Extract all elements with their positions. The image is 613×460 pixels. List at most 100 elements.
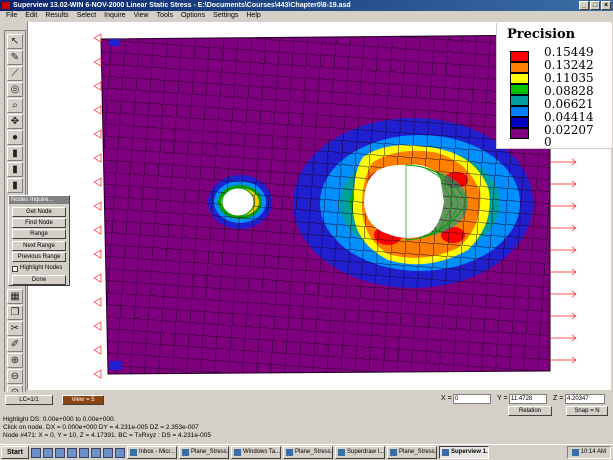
quicklaunch-icon[interactable] <box>91 447 101 458</box>
quicklaunch-icon[interactable] <box>79 447 89 458</box>
legend-label: 0.13242 <box>544 58 594 72</box>
rotate-icon[interactable]: ◎ <box>7 82 23 97</box>
load-case-button[interactable]: LC=1/1 <box>5 395 53 405</box>
start-button[interactable]: Start <box>1 446 29 459</box>
menu-results[interactable]: Results <box>41 11 72 21</box>
nodes-inquire-panel: Nodes Inquire... Get Node Find Node Rang… <box>8 195 70 286</box>
menu-help[interactable]: Help <box>242 11 264 21</box>
tray-icon[interactable] <box>571 449 579 456</box>
menu-inquire[interactable]: Inquire <box>100 11 129 21</box>
zoom-out-icon[interactable]: ⊖ <box>7 369 23 384</box>
system-tray: 10:14 AM <box>566 446 611 459</box>
status-line-3: Node #471: X = 0, Y = 10, Z = 4.17391. B… <box>3 432 211 439</box>
clock: 10:14 AM <box>580 449 606 455</box>
relation-button[interactable]: Relation <box>508 406 552 416</box>
task-superview[interactable]: Superview 1... <box>439 446 489 459</box>
zoom-icon[interactable]: ⌕ <box>7 98 23 113</box>
legend-swatch <box>510 84 529 95</box>
quicklaunch-icon[interactable] <box>115 447 125 458</box>
zoom-in-icon[interactable]: ⊕ <box>7 353 23 368</box>
status-area: LC=1/1 View = 5 X = 0 Y = 11.4728 Z = 4.… <box>0 392 613 444</box>
menu-edit[interactable]: Edit <box>21 11 41 21</box>
window-icon <box>234 449 241 456</box>
quicklaunch-icon[interactable] <box>103 447 113 458</box>
minimize-button[interactable]: _ <box>579 1 589 10</box>
menu-file[interactable]: File <box>2 11 21 21</box>
x-coordinate-field[interactable]: 0 <box>453 394 491 404</box>
task-label: Superdraw I... <box>347 449 385 455</box>
close-button[interactable]: × <box>601 1 611 10</box>
quicklaunch-icon[interactable] <box>67 447 77 458</box>
menu-view[interactable]: View <box>130 11 153 21</box>
done-button[interactable]: Done <box>12 275 66 285</box>
find-node-button[interactable]: Find Node <box>12 218 66 228</box>
task-label: Inbox - Micr... <box>139 449 176 455</box>
task-label: Plane_Stress... <box>295 449 333 455</box>
legend-swatch <box>510 106 529 117</box>
task-plane-stress-1[interactable]: Plane_Stress... <box>179 446 229 459</box>
snap-button[interactable]: Snap = N <box>566 406 608 416</box>
right-edge-load-arrows <box>550 158 577 364</box>
view-button[interactable]: View = 5 <box>62 395 104 405</box>
level-icon-2[interactable]: ▮ <box>7 162 23 177</box>
menu-tools[interactable]: Tools <box>153 11 177 21</box>
legend-swatch <box>510 128 529 139</box>
copy-icon[interactable]: ❐ <box>7 305 23 320</box>
task-windows[interactable]: Windows Ta... <box>231 446 281 459</box>
app-icon <box>2 2 10 9</box>
pan-icon[interactable]: ✥ <box>7 114 23 129</box>
menu-select[interactable]: Select <box>73 11 100 21</box>
task-plane-stress-3[interactable]: Plane_Stress... <box>387 446 437 459</box>
legend-swatch <box>510 73 529 84</box>
quicklaunch-icon[interactable] <box>55 447 65 458</box>
next-range-button[interactable]: Next Range <box>12 241 66 251</box>
legend-swatch <box>510 62 529 73</box>
z-label: Z = <box>553 395 564 402</box>
task-inbox[interactable]: Inbox - Micr... <box>127 446 177 459</box>
cut-icon[interactable]: ✂ <box>7 321 23 336</box>
highlight-nodes-label: Highlight Nodes <box>20 265 63 271</box>
color-legend: Precision 0.15449 0.13242 0.11035 0.0882… <box>496 23 612 149</box>
status-line-2: Click on node. DX = 0.000e+000 DY = 4.23… <box>3 424 199 431</box>
quicklaunch-icon[interactable] <box>31 447 41 458</box>
shade-icon[interactable]: ● <box>7 130 23 145</box>
task-plane-stress-2[interactable]: Plane_Stress... <box>283 446 333 459</box>
level-icon-3[interactable]: ▮ <box>7 178 23 193</box>
menu-bar: File Edit Results Select Inquire View To… <box>0 11 613 21</box>
select-icon[interactable]: ↖ <box>7 34 23 49</box>
highlight-nodes-checkbox[interactable]: Highlight Nodes <box>12 264 62 273</box>
range-button[interactable]: Range <box>12 229 66 239</box>
legend-label: 0.15449 <box>544 45 594 59</box>
title-bar: Superview 13.02-WIN 6-NOV-2000 Linear St… <box>0 0 613 11</box>
task-label: Superview 1... <box>451 449 489 455</box>
outlook-icon <box>130 449 137 456</box>
checkbox-box[interactable] <box>12 265 18 272</box>
pencil-icon[interactable]: ✎ <box>7 50 23 65</box>
get-node-button[interactable]: Get Node <box>12 207 66 217</box>
maximize-button[interactable]: □ <box>590 1 600 10</box>
task-superdraw[interactable]: Superdraw I... <box>335 446 385 459</box>
y-coordinate-field[interactable]: 11.4728 <box>509 394 547 404</box>
superview-icon <box>442 449 449 456</box>
legend-swatch <box>510 95 529 106</box>
menu-settings[interactable]: Settings <box>209 11 242 21</box>
corner-mark-tl <box>110 39 120 46</box>
legend-label: 0.06621 <box>544 97 594 111</box>
previous-range-button[interactable]: Previous Range <box>12 252 66 262</box>
status-line-1: Highlight DS: 0.00e+000 to 0.00e+000. <box>3 416 116 423</box>
level-icon[interactable]: ▮ <box>7 146 23 161</box>
task-label: Windows Ta... <box>243 449 281 455</box>
legend-label: 0 <box>544 135 552 149</box>
taskbar: Start Inbox - Micr... Plane_Stress... Wi… <box>0 444 613 460</box>
menu-options[interactable]: Options <box>177 11 209 21</box>
grid-icon[interactable]: ▦ <box>7 289 23 304</box>
mesh-overlay <box>101 35 550 374</box>
superdraw-icon <box>338 449 345 456</box>
paint-icon[interactable]: ✐ <box>7 337 23 352</box>
corner-mark-bl <box>110 361 122 370</box>
nodes-panel-title: Nodes Inquire... <box>9 196 69 204</box>
quicklaunch-icon[interactable] <box>43 447 53 458</box>
z-coordinate-field[interactable]: 4.20347 <box>565 394 605 404</box>
legend-label: 0.04414 <box>544 110 594 124</box>
draw-icon[interactable]: ⟋ <box>7 66 23 81</box>
